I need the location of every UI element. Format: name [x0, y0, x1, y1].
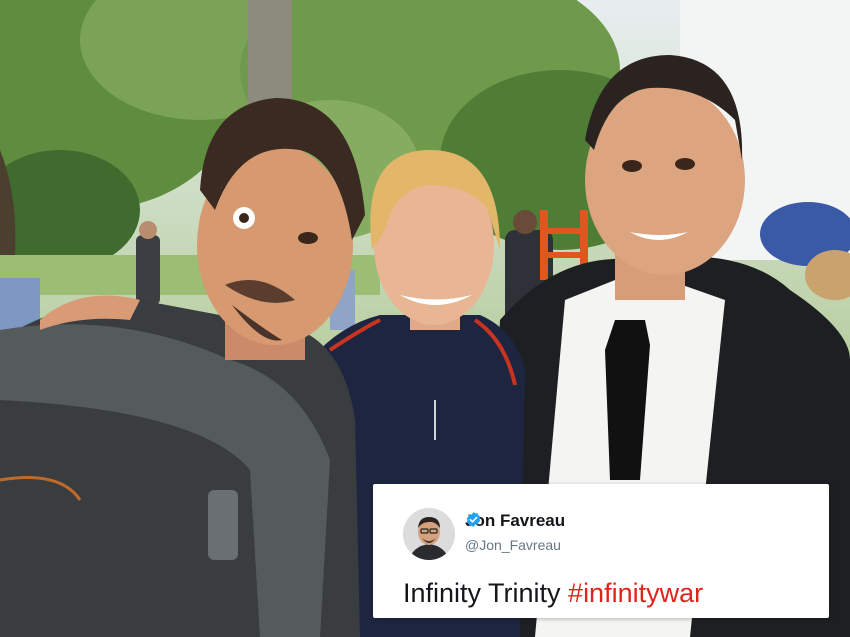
profile-avatar[interactable]	[403, 508, 455, 560]
tweet-text-plain: Infinity Trinity	[403, 578, 569, 608]
verified-badge-icon	[466, 512, 588, 530]
tweet-card[interactable]: Jon Favreau @Jon_Favreau Infinity Trinit…	[373, 484, 829, 618]
tree-trunk	[248, 0, 292, 110]
selfie-photo: Jon Favreau @Jon_Favreau Infinity Trinit…	[0, 0, 850, 637]
tweet-hashtag-link[interactable]: #infinitywar	[568, 578, 703, 608]
avatar-portrait-icon	[403, 508, 455, 560]
author-handle[interactable]: @Jon_Favreau	[465, 536, 561, 554]
tweet-text: Infinity Trinity #infinitywar	[403, 578, 703, 608]
tweet-author-row: Jon Favreau	[465, 511, 588, 531]
